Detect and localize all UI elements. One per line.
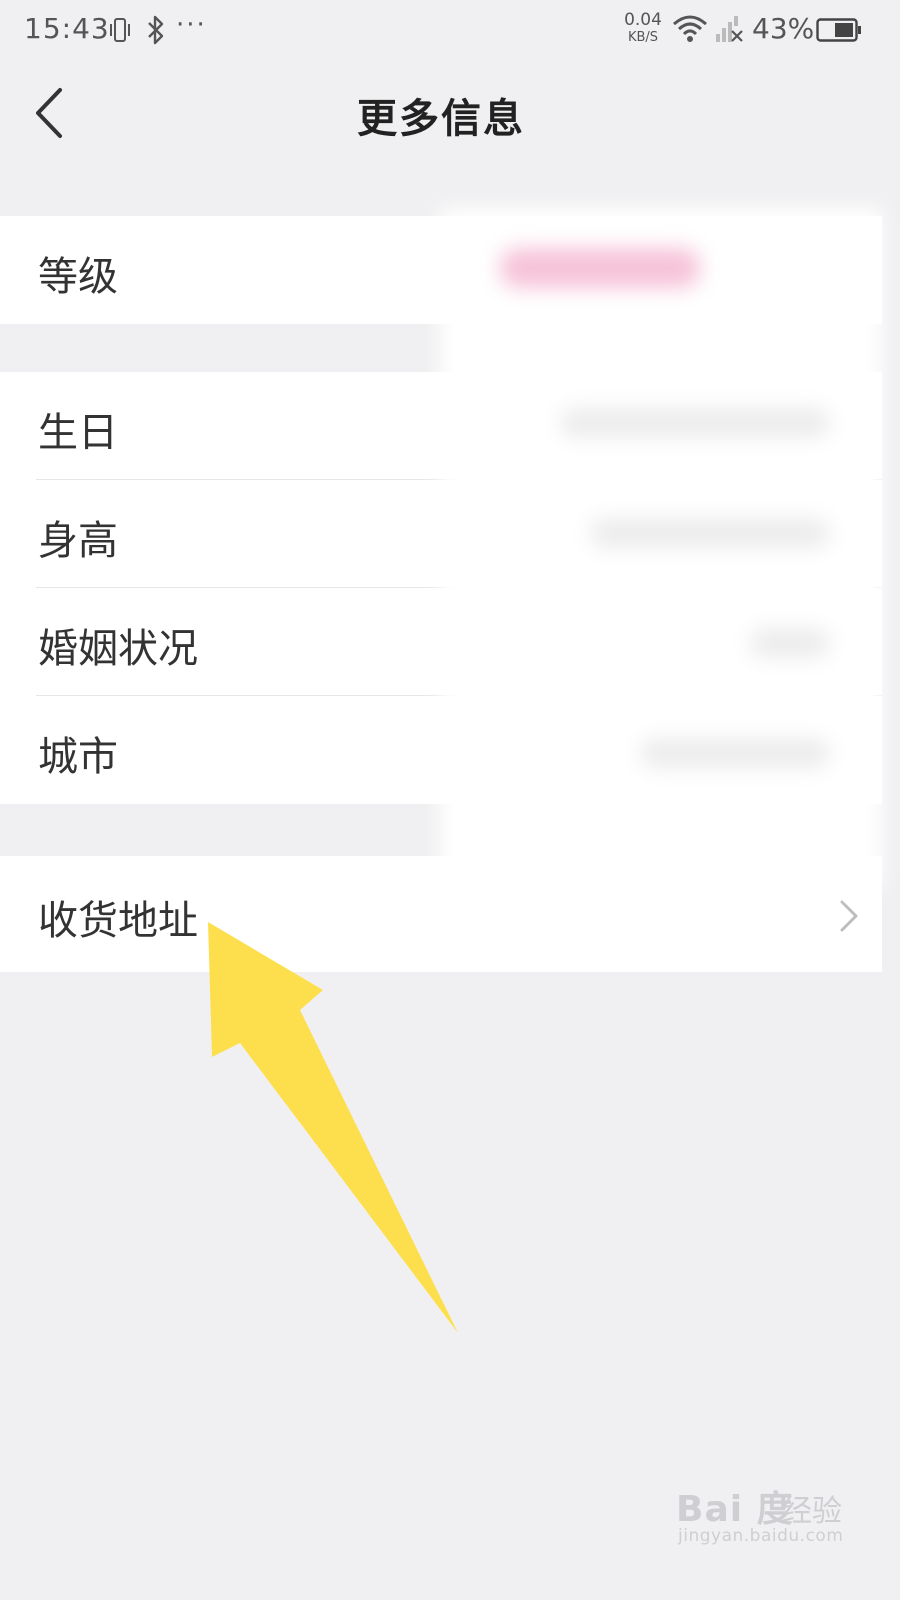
battery-icon	[816, 18, 861, 42]
watermark-suffix: 经验	[782, 1494, 842, 1529]
status-time: 15:43	[24, 12, 110, 45]
status-bar: 15:43 ··· 0.04 KB/S 43%	[0, 0, 882, 62]
row-label: 婚姻状况	[38, 626, 198, 672]
watermark-url: jingyan.baidu.com	[678, 1526, 844, 1546]
battery-percent: 43%	[752, 12, 815, 45]
row-label: 收货地址	[38, 898, 198, 944]
wifi-icon	[673, 15, 707, 42]
title-bar: 更多信息	[0, 62, 882, 162]
row-label: 城市	[38, 734, 118, 780]
chevron-right-icon	[840, 900, 858, 932]
watermark-brand: Bai 度	[676, 1489, 794, 1530]
more-dots-icon: ···	[176, 10, 207, 40]
blurred-marital-value	[750, 628, 830, 658]
row-label: 生日	[38, 410, 118, 456]
network-speed-value: 0.04	[624, 10, 662, 30]
baidu-jingyan-watermark: Bai 度 经验 jingyan.baidu.com	[676, 1466, 846, 1552]
blurred-values-overlay	[440, 208, 882, 888]
signal-icon	[716, 16, 743, 42]
blurred-level-value	[500, 248, 700, 288]
page-title: 更多信息	[357, 96, 525, 142]
row-label: 身高	[38, 518, 118, 564]
network-speed: 0.04 KB/S	[622, 10, 664, 45]
vibrate-icon	[110, 18, 130, 42]
row-label: 等级	[38, 254, 118, 300]
blurred-city-value	[640, 738, 830, 768]
bluetooth-icon	[148, 15, 164, 45]
blurred-birthday-value	[560, 408, 830, 438]
blurred-height-value	[590, 518, 830, 548]
network-speed-unit: KB/S	[627, 30, 659, 45]
